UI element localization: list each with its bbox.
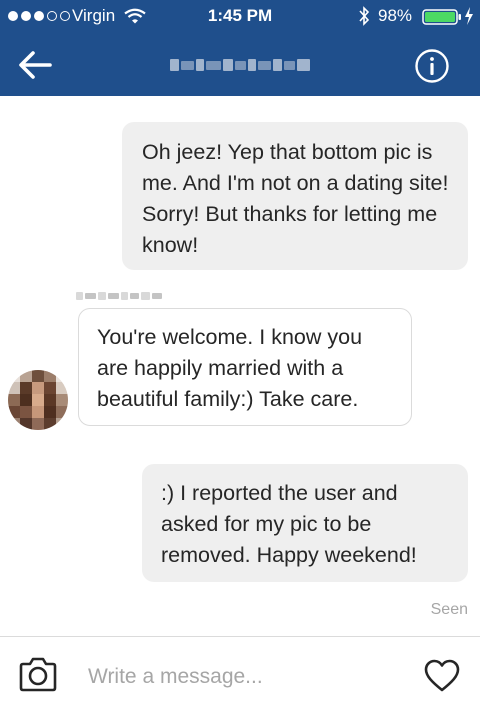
battery-icon [422,9,461,25]
message-bubble-outgoing[interactable]: :) I reported the user and asked for my … [142,464,468,582]
back-arrow-icon[interactable] [18,50,52,80]
message-composer [0,637,480,714]
bluetooth-icon [359,6,370,26]
message-bubble-outgoing[interactable]: Oh jeez! Yep that bottom pic is me. And … [122,122,468,270]
seen-indicator: Seen [430,601,468,618]
message-input[interactable] [88,657,388,697]
sender-name-blurred [76,290,162,302]
contact-name-blurred [170,56,311,74]
status-bar: Virgin 1:45 PM 98% [0,0,480,34]
info-icon[interactable] [414,48,450,84]
top-bar: Virgin 1:45 PM 98% [0,0,480,96]
battery-percentage: 98% [378,6,413,25]
message-bubble-incoming[interactable]: You're welcome. I know you are happily m… [78,308,412,426]
camera-icon[interactable] [18,657,58,693]
heart-icon[interactable] [424,659,460,693]
conversation-header [0,34,480,96]
avatar[interactable] [8,370,68,430]
charging-bolt-icon [465,7,473,25]
